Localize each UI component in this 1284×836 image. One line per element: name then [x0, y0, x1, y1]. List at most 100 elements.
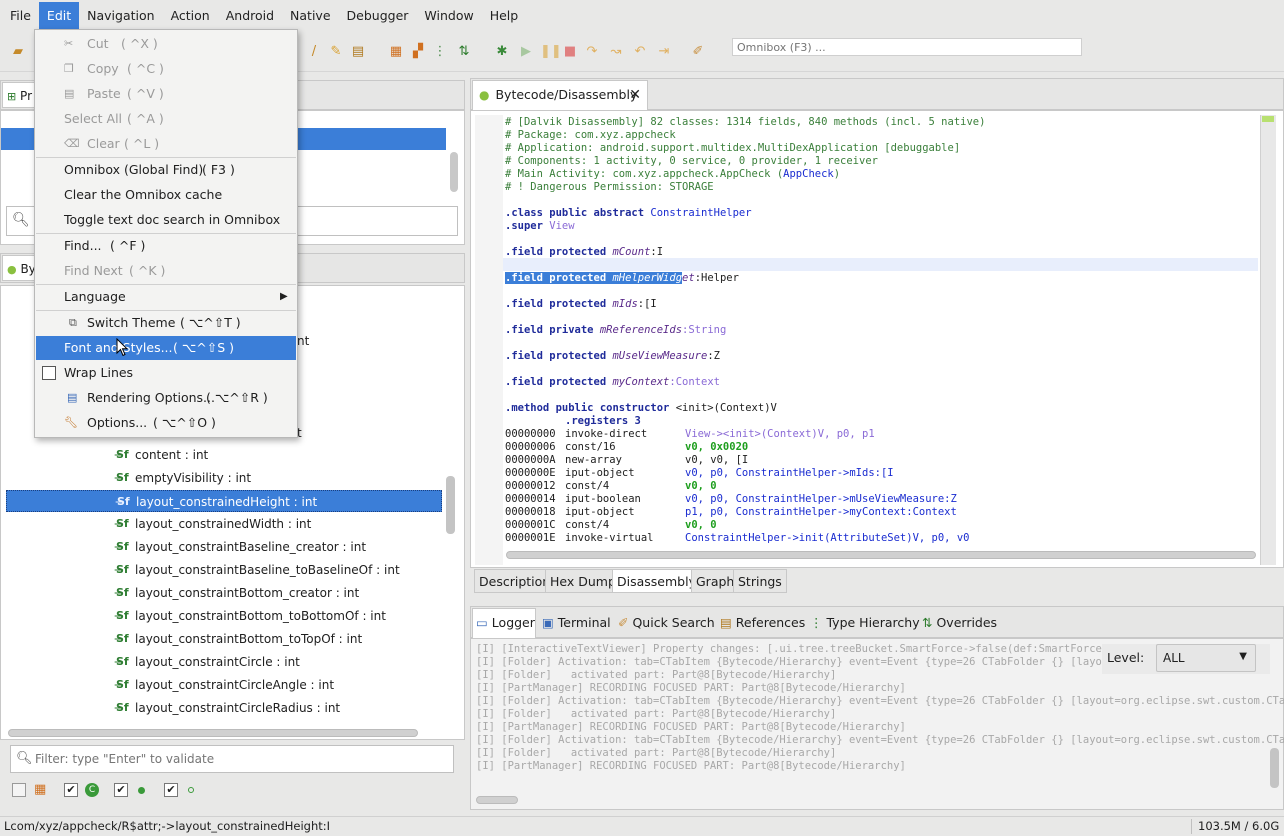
menu-navigation[interactable]: Navigation — [79, 2, 162, 30]
menu-edit[interactable]: Edit — [38, 2, 80, 30]
tree-row[interactable]: S̶f layout_constraintBottom_creator : int — [6, 582, 442, 604]
tree-row[interactable]: S̶f layout_constraintCircleRadius : int — [6, 697, 442, 719]
document-icon[interactable]: ▤ — [350, 44, 366, 60]
field-name[interactable]: mUseViewMeasure — [612, 350, 707, 362]
tab-terminal[interactable]: ▣ Terminal — [542, 610, 611, 636]
menu-window[interactable]: Window — [416, 2, 481, 30]
filter-input[interactable] — [35, 749, 445, 769]
menu-native[interactable]: Native — [282, 2, 338, 30]
menu-android[interactable]: Android — [218, 2, 282, 30]
step-over-icon[interactable]: ↝ — [608, 44, 624, 60]
class-name-link[interactable]: ConstraintHelper — [650, 207, 751, 219]
editor-tab[interactable]: ● Bytecode/Disassembly ✕ — [472, 80, 648, 110]
menu-item-clear[interactable]: ⌫ Clear ( ^L ) — [36, 132, 296, 156]
hierarchy-hscrollbar[interactable] — [8, 729, 418, 737]
step-return-icon[interactable]: ⇥ — [656, 44, 672, 60]
menu-item-shortcut: ( ^K ) — [129, 263, 166, 278]
super-name[interactable]: View — [549, 220, 574, 232]
grid-icon[interactable]: ▦ — [388, 44, 404, 60]
instr-args: v0, p0, ConstraintHelper->mUseViewMeasur… — [685, 493, 957, 505]
close-icon[interactable]: ✕ — [629, 81, 641, 109]
checkbox-filter-3[interactable]: ✔ — [114, 783, 128, 797]
blocks-icon[interactable]: ▞ — [410, 44, 426, 60]
menu-item-find[interactable]: Find... ( ^F ) — [36, 234, 296, 258]
menu-item-options[interactable]: 🔧︎ Options... ( ⌥^⇧O ) — [36, 411, 296, 435]
field-name[interactable]: myContext — [612, 376, 669, 388]
tree-row[interactable]: S̶f layout_constraintBaseline_creator : i… — [6, 536, 442, 558]
wrench-tool-icon[interactable]: ✐ — [690, 44, 706, 60]
memory-indicator[interactable]: 103.5M / 6.0G — [1198, 819, 1279, 833]
tree-row-selected[interactable]: S̶f layout_constrainedHeight : int — [6, 490, 442, 512]
grid-filter-icon[interactable]: ▦ — [34, 782, 46, 797]
editor-hscrollbar[interactable] — [506, 551, 1256, 559]
checkbox-filter-4[interactable]: ✔ — [164, 783, 178, 797]
menu-item-paste[interactable]: ▤ Paste ( ^V ) — [36, 82, 296, 106]
debug-bug-icon[interactable]: ✱ — [494, 44, 510, 60]
menu-item-copy[interactable]: ❐ Copy ( ^C ) — [36, 57, 296, 81]
tree-row[interactable]: S̶f content : int — [6, 444, 442, 466]
field-name[interactable]: mCount — [612, 246, 650, 258]
hierarchy-icon[interactable]: ⇅ — [456, 44, 472, 60]
tree-row-label: layout_constraintBottom_toTopOf : int — [135, 632, 363, 646]
tree-row[interactable]: S̶f emptyVisibility : int — [6, 467, 442, 489]
field-name-selected[interactable]: mHelperWidg — [612, 272, 682, 284]
menu-item-toggle-text-doc-search[interactable]: Toggle text doc search in Omnibox — [36, 208, 296, 232]
menu-item-find-next[interactable]: Find Next ( ^K ) — [36, 259, 296, 283]
menu-help[interactable]: Help — [482, 2, 527, 30]
tree-row[interactable]: S̶f layout_constrainedWidth : int — [6, 513, 442, 535]
tree-row[interactable]: S̶f layout_constraintBaseline_toBaselineO… — [6, 559, 442, 581]
checkbox-filter-2[interactable]: ✔ — [64, 783, 78, 797]
tree-icon[interactable]: ⋮ — [432, 44, 448, 60]
omnibox-input[interactable] — [732, 38, 1082, 56]
menu-item-omnibox-find[interactable]: Omnibox (Global Find)( F3 ) — [36, 158, 296, 182]
method-signature[interactable]: <init>(Context)V — [676, 402, 777, 414]
menu-item-switch-theme[interactable]: ⧉ Switch Theme ( ⌥^⇧T ) — [36, 311, 296, 335]
tree-row[interactable]: S̶f layout_constraintCircle : int — [6, 651, 442, 673]
tree-row[interactable]: S̶f layout_constraintBottom_toTopOf : int — [6, 628, 442, 650]
editor-vscroll-track[interactable] — [1260, 115, 1276, 565]
menu-item-clear-omnibox-cache[interactable]: Clear the Omnibox cache — [36, 183, 296, 207]
tab-hex-dump[interactable]: Hex Dump — [545, 569, 621, 593]
run-icon[interactable]: ▶ — [518, 44, 534, 60]
tab-type-hierarchy[interactable]: ⋮ Type Hierarchy — [810, 610, 920, 636]
open-folder-icon[interactable]: ▰ — [10, 44, 26, 60]
logger-hscrollbar[interactable] — [476, 796, 518, 804]
tab-description[interactable]: Description — [474, 569, 556, 593]
filter-box[interactable]: 🔍︎ — [10, 745, 454, 773]
tab-strings[interactable]: Strings — [733, 569, 787, 593]
field-keyword: .field private — [505, 324, 594, 336]
wrap-lines-checkbox[interactable] — [42, 366, 56, 380]
tree-row[interactable]: S̶f layout_constraintCircleAngle : int — [6, 674, 442, 696]
menu-item-rendering-options[interactable]: ▤ Rendering Options...( ⌥^⇧R ) — [36, 386, 296, 410]
step-into-icon[interactable]: ↷ — [584, 44, 600, 60]
tab-logger[interactable]: ▭ Logger — [476, 610, 535, 636]
menu-item-cut[interactable]: ✂ Cut ( ^X ) — [36, 32, 296, 56]
main-activity-link[interactable]: AppCheck — [783, 168, 834, 180]
tab-overrides[interactable]: ⇅ Overrides — [922, 610, 997, 636]
tab-disassembly[interactable]: Disassembly — [612, 569, 701, 593]
menu-debugger[interactable]: Debugger — [339, 2, 417, 30]
level-select[interactable]: ALL ▼ — [1156, 644, 1256, 672]
menu-file[interactable]: File — [2, 2, 39, 30]
field-name[interactable]: mIds — [612, 298, 637, 310]
menu-item-label: Switch Theme — [87, 315, 176, 330]
hierarchy-vscrollbar[interactable] — [446, 476, 455, 534]
step-out-icon[interactable]: ↶ — [632, 44, 648, 60]
menu-item-wrap-lines[interactable]: Wrap Lines — [36, 361, 296, 385]
logger-vscrollbar[interactable] — [1270, 748, 1279, 788]
stop-icon[interactable]: ■ — [562, 44, 578, 60]
tab-references[interactable]: ▤ References — [720, 610, 805, 636]
pencil-icon[interactable]: ✎ — [328, 44, 344, 60]
pause-icon[interactable]: ❚❚ — [540, 44, 562, 60]
checkbox-filter-1[interactable] — [12, 783, 26, 797]
menu-item-font-and-styles[interactable]: Font and Styles...( ⌥^⇧S ) — [36, 336, 296, 360]
tree-row[interactable]: S̶f layout_constraintBottom_toBottomOf : … — [6, 605, 442, 627]
menu-item-language[interactable]: Language ▶ — [36, 285, 296, 309]
field-name[interactable]: mReferenceIds — [600, 324, 682, 336]
menu-action[interactable]: Action — [163, 2, 218, 30]
menu-item-select-all[interactable]: Select All ( ^A ) — [36, 107, 296, 131]
project-tree-scrollbar[interactable] — [450, 152, 458, 192]
project-icon: ⊞ — [7, 90, 17, 103]
edit-pencil-icon[interactable]: / — [306, 44, 322, 60]
tab-quick-search[interactable]: ✐ Quick Search — [618, 610, 715, 636]
